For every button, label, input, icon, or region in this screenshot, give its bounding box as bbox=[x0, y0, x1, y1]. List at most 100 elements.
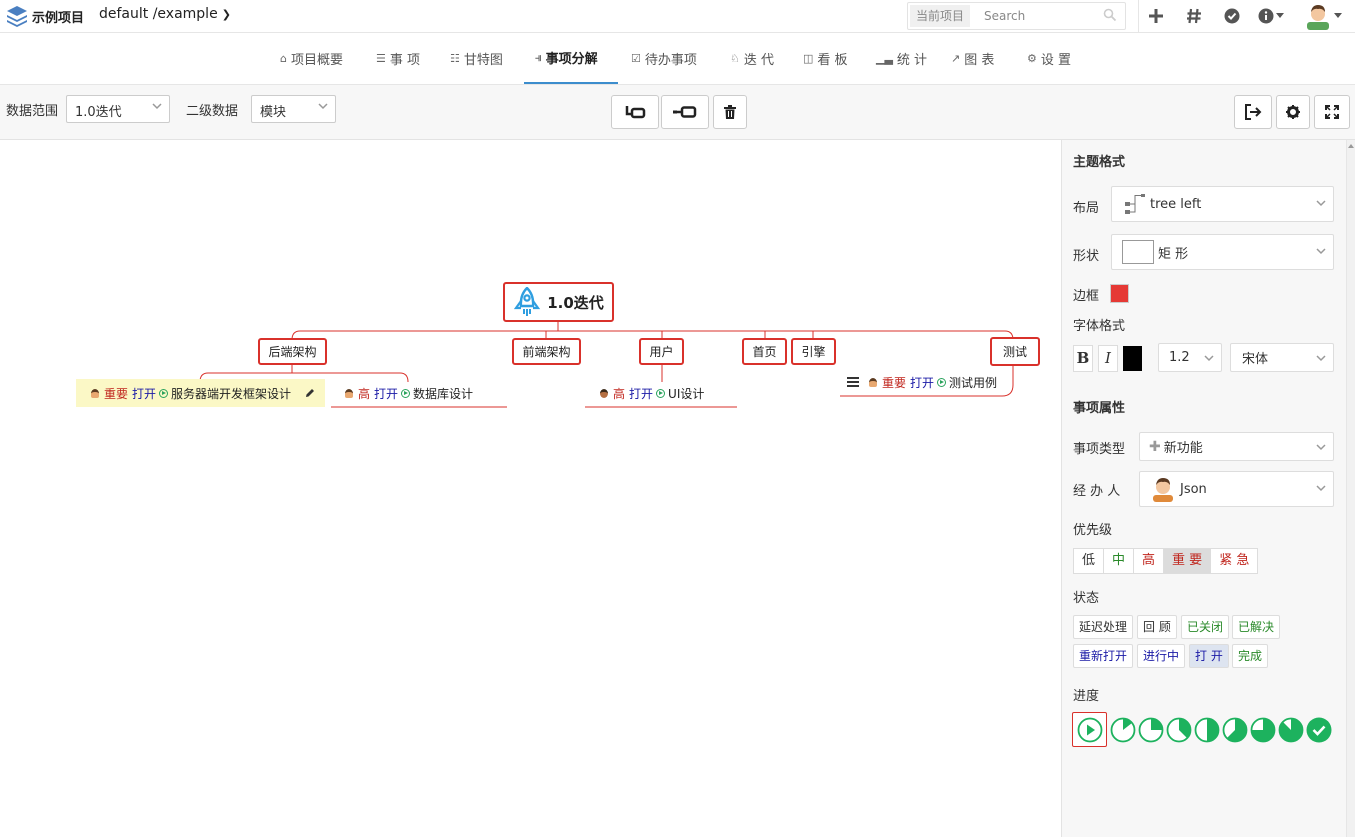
rocket-icon: ♘ bbox=[730, 52, 740, 65]
module-node[interactable]: 首页 bbox=[742, 338, 787, 365]
panel-scrollbar[interactable] bbox=[1346, 140, 1355, 837]
check-circle-icon[interactable] bbox=[1222, 5, 1242, 27]
info-dropdown[interactable] bbox=[1256, 5, 1286, 27]
progress-start-button[interactable] bbox=[1072, 712, 1107, 747]
issue-node[interactable]: 高 打开 数据库设计 bbox=[331, 379, 507, 407]
priority-low[interactable]: 低 bbox=[1073, 548, 1105, 574]
progress-37-icon[interactable] bbox=[1166, 717, 1192, 743]
module-label: 首页 bbox=[752, 345, 777, 359]
chevron-down-icon bbox=[1316, 444, 1326, 451]
project-name[interactable]: 示例项目 bbox=[32, 7, 84, 26]
module-node[interactable]: 后端架构 bbox=[258, 338, 327, 365]
add-sibling-button[interactable] bbox=[661, 95, 709, 129]
theme-format-heading: 主题格式 bbox=[1073, 155, 1126, 170]
tab-overview[interactable]: ⌂ 项目概要 bbox=[280, 33, 343, 84]
range-label: 数据范围 bbox=[6, 104, 59, 119]
module-label: 引擎 bbox=[801, 345, 826, 359]
tab-iteration[interactable]: ♘ 迭 代 bbox=[730, 33, 774, 84]
fullscreen-button[interactable] bbox=[1314, 95, 1350, 129]
progress-62-icon[interactable] bbox=[1222, 717, 1248, 743]
tab-label: 设 置 bbox=[1040, 53, 1072, 68]
tab-breakdown[interactable]: ⫣ 事项分解 bbox=[524, 33, 618, 84]
mindmap-icon: ⫣ bbox=[535, 50, 542, 64]
assignee-avatar-icon bbox=[91, 388, 99, 398]
info-icon bbox=[1258, 8, 1274, 24]
progress-50-icon[interactable] bbox=[1194, 717, 1220, 743]
issue-node[interactable]: 重要 打开 测试用例 bbox=[840, 368, 1000, 396]
module-node[interactable]: 前端架构 bbox=[512, 338, 581, 365]
search-icon[interactable] bbox=[1103, 8, 1117, 22]
module-node[interactable]: 引擎 bbox=[791, 338, 836, 365]
progress-complete-icon[interactable] bbox=[1306, 717, 1332, 743]
status-review[interactable]: 回 顾 bbox=[1137, 615, 1177, 639]
tab-issues[interactable]: ☰ 事 项 bbox=[376, 33, 420, 84]
hashtag-icon[interactable] bbox=[1184, 5, 1204, 27]
tab-label: 事 项 bbox=[389, 53, 421, 68]
shape-label: 形状 bbox=[1073, 249, 1100, 264]
tab-stats[interactable]: ▁▃ 统 计 bbox=[876, 33, 927, 84]
properties-panel: 主题格式 布局 tree left 形状 矩 形 边框 字体格式 B I 1.2… bbox=[1061, 140, 1346, 837]
secondary-select[interactable]: 模块 bbox=[251, 95, 336, 123]
delete-node-button[interactable] bbox=[713, 95, 747, 129]
status-closed[interactable]: 已关闭 bbox=[1181, 615, 1230, 639]
font-color-swatch[interactable] bbox=[1123, 346, 1142, 371]
issue-status: 打开 bbox=[629, 386, 654, 401]
mindmap-canvas[interactable]: 1.0迭代 后端架构 前端架构 用户 首页 引擎 测试 重要 打开 服务器端开发… bbox=[0, 140, 1061, 837]
issue-node[interactable]: 高 打开 UI设计 bbox=[585, 379, 737, 407]
search-input[interactable] bbox=[984, 6, 1104, 26]
assignee-select[interactable]: Json bbox=[1139, 471, 1334, 507]
status-resolved[interactable]: 已解决 bbox=[1232, 615, 1281, 639]
module-node[interactable]: 测试 bbox=[990, 337, 1040, 366]
priority-important[interactable]: 重 要 bbox=[1163, 548, 1212, 574]
add-child-button[interactable] bbox=[611, 95, 659, 129]
tab-settings[interactable]: ⚙ 设 置 bbox=[1027, 33, 1071, 84]
tab-charts[interactable]: ↗ 图 表 bbox=[951, 33, 994, 84]
progress-87-icon[interactable] bbox=[1278, 717, 1304, 743]
caret-down-icon bbox=[1276, 13, 1284, 18]
range-select[interactable]: 1.0迭代 bbox=[66, 95, 170, 123]
issue-status: 打开 bbox=[374, 386, 399, 401]
scroll-up-arrow-icon[interactable] bbox=[1348, 144, 1354, 148]
chevron-down-icon bbox=[1316, 485, 1326, 492]
secondary-value: 模块 bbox=[260, 105, 287, 120]
border-color-swatch[interactable] bbox=[1110, 284, 1129, 303]
font-size-select[interactable]: 1.2 bbox=[1158, 343, 1222, 372]
status-open[interactable]: 打 开 bbox=[1189, 644, 1229, 668]
project-nav: ⌂ 项目概要 ☰ 事 项 ☷ 甘特图 ⫣ 事项分解 ☑ 待办事项 ♘ 迭 代 ◫ 看 板 ▁▃… bbox=[0, 33, 1355, 85]
tab-gantt[interactable]: ☷ 甘特图 bbox=[450, 33, 503, 84]
progress-25-icon[interactable] bbox=[1138, 717, 1164, 743]
export-button[interactable] bbox=[1234, 95, 1272, 129]
issue-type-select[interactable]: ✚ 新功能 bbox=[1139, 432, 1334, 461]
progress-75-icon[interactable] bbox=[1250, 717, 1276, 743]
status-in-progress[interactable]: 进行中 bbox=[1137, 644, 1186, 668]
project-path-dropdown[interactable]: default /example ❯ bbox=[99, 6, 231, 22]
pencil-icon[interactable] bbox=[305, 388, 315, 398]
border-label: 边框 bbox=[1073, 289, 1100, 304]
priority-urgent[interactable]: 紧 急 bbox=[1210, 548, 1259, 574]
priority-medium[interactable]: 中 bbox=[1103, 548, 1135, 574]
layout-select[interactable]: tree left bbox=[1111, 186, 1334, 222]
module-node[interactable]: 用户 bbox=[639, 338, 684, 365]
italic-button[interactable]: I bbox=[1098, 345, 1118, 372]
bold-button[interactable]: B bbox=[1073, 345, 1093, 372]
shape-select[interactable]: 矩 形 bbox=[1111, 234, 1334, 270]
tab-todo[interactable]: ☑ 待办事项 bbox=[631, 33, 697, 84]
font-family-select[interactable]: 宋体 bbox=[1230, 343, 1334, 372]
bar-chart-icon: ▁▃ bbox=[876, 52, 893, 65]
search-scope-label[interactable]: 当前项目 bbox=[910, 5, 971, 27]
plus-icon[interactable] bbox=[1146, 5, 1166, 27]
root-node[interactable]: 1.0迭代 bbox=[503, 282, 614, 322]
tree-left-layout-icon bbox=[1125, 194, 1145, 214]
issue-node[interactable]: 重要 打开 服务器端开发框架设计 bbox=[76, 379, 325, 407]
status-deferred[interactable]: 延迟处理 bbox=[1073, 615, 1134, 639]
layers-logo-icon[interactable] bbox=[5, 4, 29, 28]
board-icon: ◫ bbox=[803, 52, 814, 65]
layout-value: tree left bbox=[1150, 196, 1202, 212]
settings-button[interactable] bbox=[1276, 95, 1310, 129]
progress-12-icon[interactable] bbox=[1110, 717, 1136, 743]
priority-high[interactable]: 高 bbox=[1133, 548, 1165, 574]
status-done[interactable]: 完成 bbox=[1232, 644, 1269, 668]
status-reopened[interactable]: 重新打开 bbox=[1073, 644, 1134, 668]
tab-board[interactable]: ◫ 看 板 bbox=[803, 33, 848, 84]
user-menu[interactable] bbox=[1303, 2, 1343, 30]
